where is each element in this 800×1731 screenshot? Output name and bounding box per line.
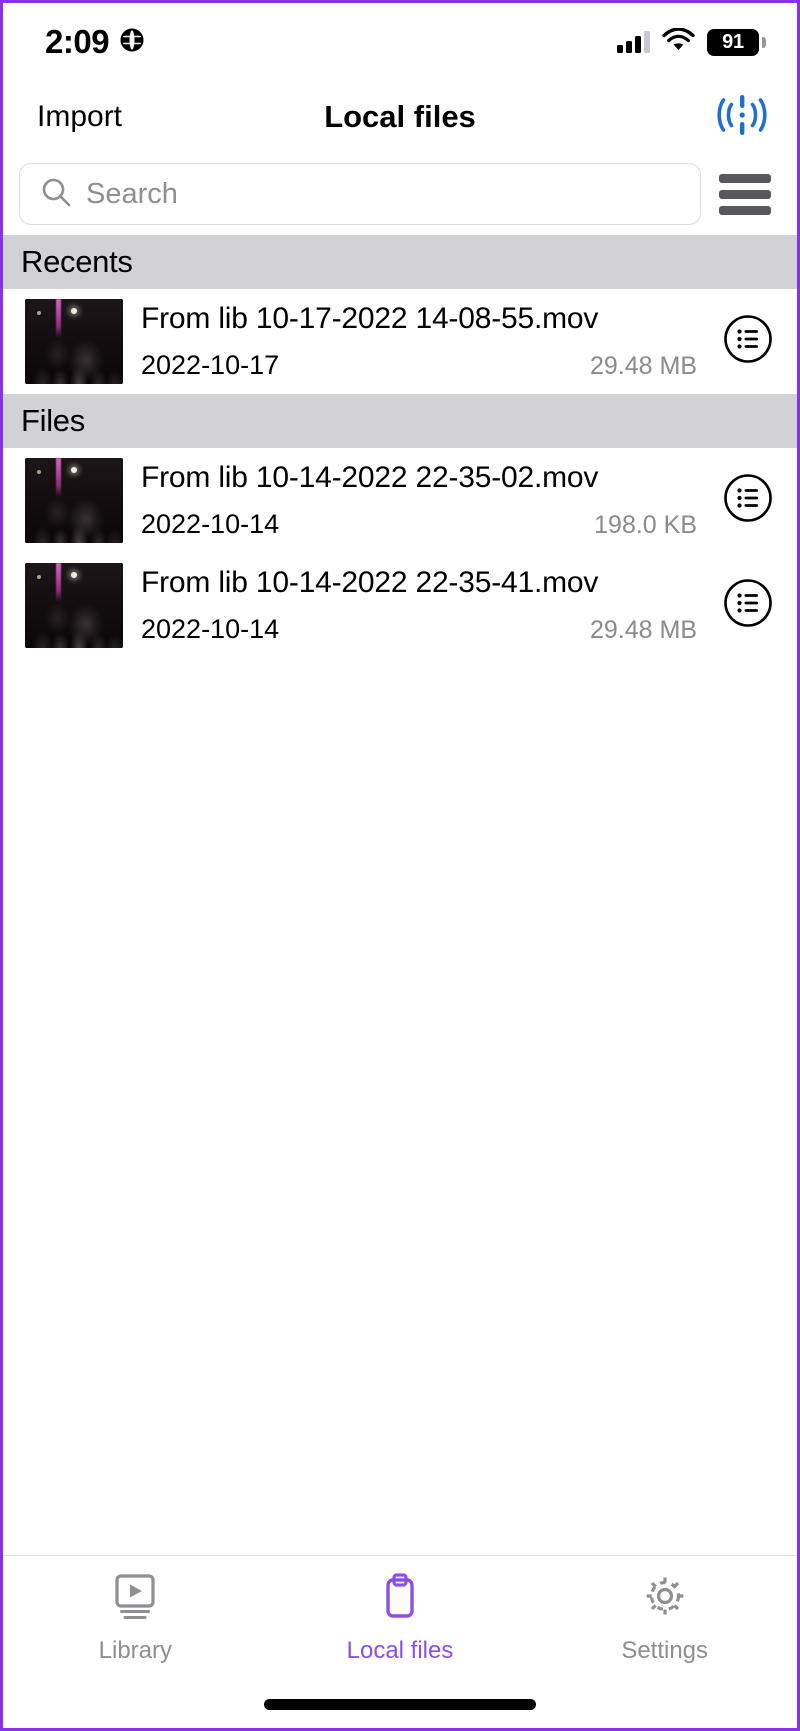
file-name: From lib 10-14-2022 22-35-02.mov [141,461,599,494]
tab-label: Settings [621,1636,709,1664]
list-options-icon [722,472,774,529]
list-options-icon [722,577,774,634]
status-bar-clock: 2:09 [45,23,110,60]
list-item-text: From lib 10-17-2022 14-08-55.mov 2022-10… [141,302,697,381]
cellular-signal-icon [617,31,650,53]
broadcast-cast-icon [717,91,767,144]
list-options-button[interactable] [721,474,775,528]
search-icon [40,176,72,213]
list-item[interactable]: From lib 10-17-2022 14-08-55.mov 2022-10… [3,289,797,394]
page-title: Local files [324,99,476,134]
section-title: Recents [21,244,133,279]
status-bar-right: 91 [617,26,766,57]
file-name: From lib 10-17-2022 14-08-55.mov [141,302,599,335]
home-indicator[interactable] [264,1698,536,1710]
list-item[interactable]: From lib 10-14-2022 22-35-41.mov 2022-10… [3,553,797,658]
tab-local-files[interactable]: Local files [268,1556,533,1680]
battery-indicator: 91 [707,28,766,56]
list-options-button[interactable] [721,579,775,633]
navigation-bar: Import Local files [3,81,797,153]
file-size: 29.48 MB [589,352,697,380]
tab-settings[interactable]: Settings [532,1556,797,1680]
file-meta: 2022-10-14 29.48 MB [141,614,697,645]
file-meta: 2022-10-14 198.0 KB [141,509,697,540]
search-input[interactable]: Search [19,163,701,225]
list-item-text: From lib 10-14-2022 22-35-02.mov 2022-10… [141,461,697,540]
wifi-icon [662,26,695,57]
file-date: 2022-10-17 [141,350,280,380]
file-size: 198.0 KB [594,511,697,539]
file-date: 2022-10-14 [141,614,280,644]
tab-bar: Library Local files Settings [3,1555,797,1680]
search-row: Search [3,153,797,235]
file-meta: 2022-10-17 29.48 MB [141,350,697,381]
clipboard-files-icon [373,1572,427,1627]
list-item[interactable]: From lib 10-14-2022 22-35-02.mov 2022-10… [3,448,797,553]
phone-screen: 2:09 91 Import Local files Search Recent… [0,0,800,1731]
search-placeholder: Search [86,177,178,210]
tab-label: Library [98,1636,173,1664]
file-size: 29.48 MB [589,616,697,644]
globe-icon [119,27,145,58]
video-thumbnail [25,458,123,543]
cast-button[interactable] [717,91,767,144]
list-item-text: From lib 10-14-2022 22-35-41.mov 2022-10… [141,566,697,645]
list-options-icon [722,313,774,370]
list-options-button[interactable] [721,315,775,369]
home-indicator-area [3,1680,797,1728]
video-thumbnail [25,299,123,384]
battery-percent-label: 91 [722,30,744,53]
file-date: 2022-10-14 [141,509,280,539]
import-button[interactable]: Import [37,100,122,134]
video-library-icon [108,1572,162,1627]
tab-label: Local files [346,1636,454,1664]
section-header-files: Files [3,394,797,448]
section-title: Files [21,403,85,438]
status-bar: 2:09 91 [3,3,797,81]
section-header-recents: Recents [3,235,797,289]
gear-icon [638,1572,692,1627]
tab-library[interactable]: Library [3,1556,268,1680]
video-thumbnail [25,563,123,648]
file-list: Recents From lib 10-17-2022 14-08-55.mov… [3,235,797,1555]
hamburger-menu-icon[interactable] [719,173,777,215]
file-name: From lib 10-14-2022 22-35-41.mov [141,566,599,599]
status-bar-left: 2:09 [45,23,145,61]
